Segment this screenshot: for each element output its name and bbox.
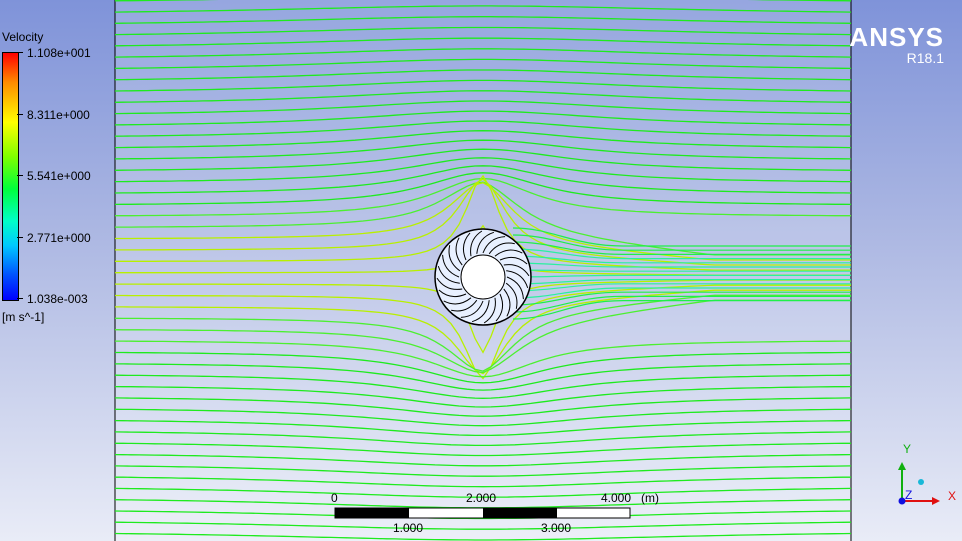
scale-label: 0 — [331, 491, 338, 505]
legend-unit: [m s^-1] — [2, 310, 45, 324]
axis-z-label: Z — [905, 488, 913, 502]
axis-y-label: Y — [903, 442, 912, 456]
legend-title: Velocity — [2, 30, 44, 44]
legend-tick-mark — [17, 237, 23, 238]
legend-value: 8.311e+000 — [27, 108, 90, 122]
legend-value: 2.771e+000 — [27, 231, 91, 245]
scale-unit: (m) — [641, 491, 659, 505]
turbine-rotor — [434, 228, 532, 326]
legend-value: 5.541e+000 — [27, 169, 91, 183]
ansys-logo: ANSYS — [849, 22, 944, 52]
version-label: R18.1 — [906, 50, 944, 66]
scale-label: 2.000 — [466, 491, 497, 505]
scale-label: 4.000 — [601, 491, 632, 505]
scale-label: 3.000 — [541, 521, 572, 535]
scale-bar — [334, 507, 631, 519]
legend-tick-mark — [17, 52, 23, 53]
legend-value-min: 1.038e-003 — [27, 292, 88, 306]
legend-colorbar — [2, 52, 19, 301]
legend-value-max: 1.108e+001 — [27, 46, 91, 60]
cfd-viewport[interactable] — [0, 0, 962, 541]
legend-tick-mark — [17, 298, 23, 299]
legend-tick-mark — [17, 114, 23, 115]
legend-tick-mark — [17, 175, 23, 176]
scale-label: 1.000 — [393, 521, 424, 535]
axis-x-label: X — [948, 489, 957, 503]
